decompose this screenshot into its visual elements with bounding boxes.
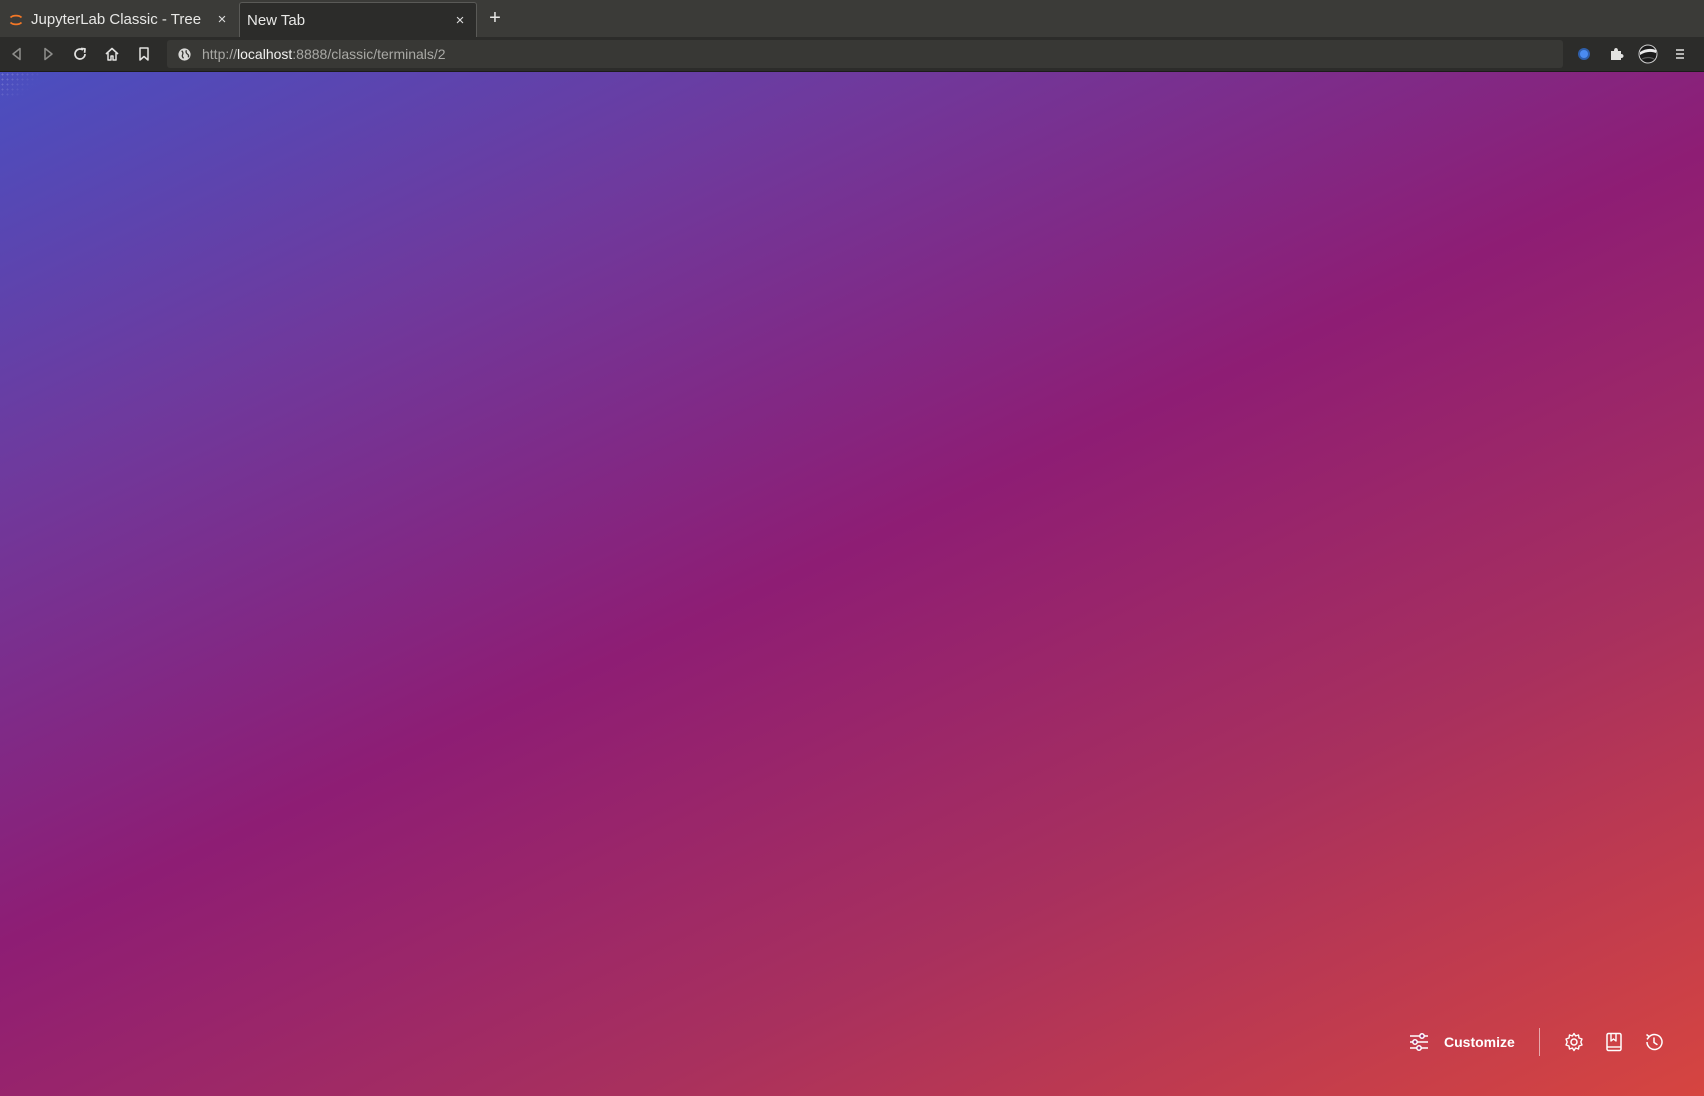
tab-strip: JupyterLab Classic - Tree × New Tab × + (0, 0, 1704, 37)
new-tab-button[interactable]: + (484, 7, 506, 29)
forward-arrow-icon (44, 47, 53, 61)
customize-button[interactable]: Customize (1402, 1024, 1525, 1060)
url-text: http://localhost:8888/classic/terminals/… (202, 46, 446, 62)
account-button[interactable] (1636, 42, 1660, 66)
back-button[interactable] (5, 42, 29, 66)
home-button[interactable] (100, 42, 124, 66)
home-icon (105, 47, 119, 61)
address-bar[interactable]: http://localhost:8888/classic/terminals/… (167, 40, 1563, 68)
settings-button[interactable] (1554, 1024, 1594, 1060)
customize-label: Customize (1444, 1034, 1515, 1050)
tab-new-tab[interactable]: New Tab × (239, 2, 477, 37)
history-icon (1645, 1033, 1663, 1051)
reload-icon (74, 47, 86, 60)
jupyter-icon (8, 12, 24, 28)
new-tab-page: Customize (0, 72, 1704, 1096)
hamburger-menu-icon (1676, 49, 1684, 59)
bookmark-button[interactable] (132, 42, 156, 66)
new-tab-toolbar: Customize (1402, 1024, 1674, 1060)
menu-button[interactable] (1668, 42, 1692, 66)
forward-button[interactable] (36, 42, 60, 66)
globe-icon (178, 47, 191, 61)
navigation-toolbar: http://localhost:8888/classic/terminals/… (0, 37, 1704, 72)
extension-button[interactable] (1572, 42, 1596, 66)
bookmarks-button[interactable] (1594, 1024, 1634, 1060)
close-tab-icon[interactable]: × (212, 10, 232, 30)
tab-title: New Tab (247, 11, 306, 29)
background-dots-pattern (0, 72, 42, 98)
close-tab-icon[interactable]: × (450, 10, 470, 30)
bookmark-icon (139, 47, 149, 61)
toolbar-divider (1538, 1028, 1540, 1056)
tab-title: JupyterLab Classic - Tree (31, 11, 202, 28)
extension-dot-icon (1578, 48, 1590, 60)
tab-jupyterlab-classic-tree[interactable]: JupyterLab Classic - Tree × (0, 2, 238, 37)
reload-button[interactable] (68, 42, 92, 66)
gear-icon (1565, 1032, 1583, 1052)
bookmark-book-icon (1606, 1032, 1622, 1052)
back-arrow-icon (12, 47, 21, 61)
history-button[interactable] (1634, 1024, 1674, 1060)
avatar-icon (1638, 44, 1658, 64)
puzzle-piece-icon (1611, 48, 1624, 60)
sliders-icon (1410, 1033, 1428, 1051)
extensions-button[interactable] (1604, 42, 1628, 66)
